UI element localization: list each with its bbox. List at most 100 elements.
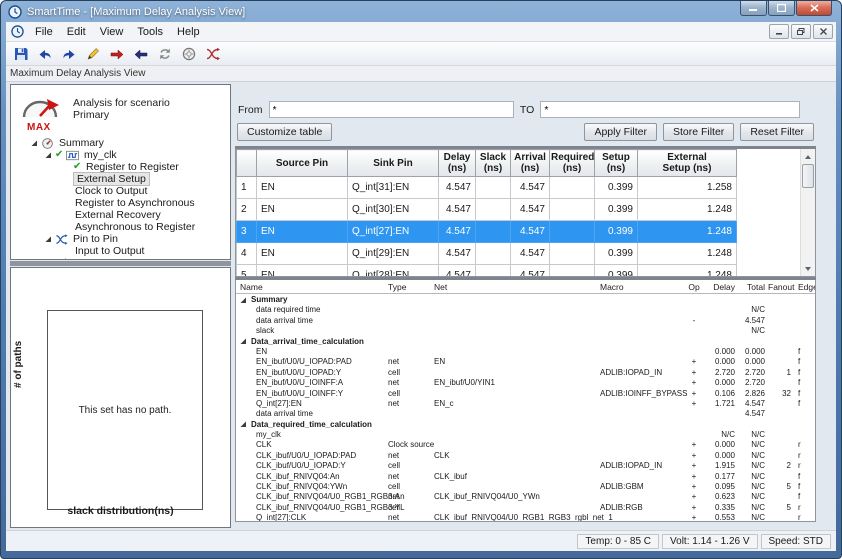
undo-icon[interactable] — [34, 44, 56, 64]
tree-item-external-setup[interactable]: External Setup — [15, 173, 226, 185]
detail-cell-edge: f — [794, 399, 814, 409]
tree-item-asynchronous-to-register[interactable]: Asynchronous to Register — [15, 221, 226, 233]
paths-col-header[interactable]: Slack (ns) — [476, 150, 511, 177]
child-restore-button[interactable] — [791, 24, 811, 39]
detail-row[interactable]: data arrival time-4.547 — [236, 316, 815, 326]
detail-cell-net — [434, 430, 600, 440]
menu-item-file[interactable]: File — [28, 25, 60, 39]
detail-row[interactable]: data arrival time4.547 — [236, 409, 815, 419]
detail-row[interactable]: EN_ibuf/U0/U_IOPAD:YcellADLIB:IOPAD_IN+2… — [236, 368, 815, 378]
detail-row[interactable]: my_clkN/CN/C — [236, 430, 815, 440]
detail-row[interactable]: CLK_ibuf_RNIVQ04:YWncellADLIB:GBM+0.095N… — [236, 482, 815, 492]
timer-icon[interactable] — [178, 44, 200, 64]
path-row[interactable]: 4ENQ_int[29]:EN4.5474.5470.3991.248 — [237, 243, 737, 265]
path-set-icon[interactable] — [202, 44, 224, 64]
paths-col-header[interactable]: Arrival (ns) — [511, 150, 550, 177]
detail-section-summary[interactable]: Summary — [236, 295, 815, 305]
detail-row[interactable]: Q_int[27]:CLKnetCLK_ibuf_RNIVQ04/U0_RGB1… — [236, 513, 815, 522]
tree-item-input-to-output[interactable]: Input to Output — [15, 245, 226, 257]
path-row[interactable]: 2ENQ_int[30]:EN4.5474.5470.3991.248 — [237, 199, 737, 221]
paths-col-header[interactable] — [237, 150, 257, 177]
detail-row[interactable]: EN_ibuf/U0/U_IOPAD:PADnetEN+0.0000.000f — [236, 357, 815, 367]
path-cell: 4.547 — [439, 265, 476, 278]
paths-col-header[interactable]: Source Pin — [257, 150, 348, 177]
expander-icon[interactable] — [45, 236, 55, 243]
detail-row[interactable]: slackN/C — [236, 326, 815, 336]
recalculate-icon[interactable] — [154, 44, 176, 64]
expander-icon[interactable] — [31, 140, 41, 147]
path-cell: EN — [257, 265, 348, 278]
detail-row[interactable]: CLK_ibuf_RNIVQ04/U0_RGB1_RGB3:YLcellADLI… — [236, 503, 815, 513]
max-delay-analysis-icon[interactable] — [106, 44, 128, 64]
collapse-icon[interactable] — [240, 338, 247, 345]
path-row[interactable]: 3ENQ_int[27]:EN4.5474.5470.3991.248 — [237, 221, 737, 243]
paths-col-header[interactable]: Required (ns) — [550, 150, 595, 177]
detail-cell-delay: 1.721 — [702, 399, 738, 409]
detail-cell-macro: ADLIB:IOINFF_BYPASS — [600, 389, 686, 399]
customize-table-button[interactable]: Customize table — [237, 123, 332, 141]
paths-col-header[interactable]: Setup (ns) — [595, 150, 638, 177]
detail-section-data-arrival-time-calculation[interactable]: Data_arrival_time_calculation — [236, 337, 815, 347]
path-row[interactable]: 1ENQ_int[31]:EN4.5474.5470.3991.258 — [237, 177, 737, 199]
tree-item-my-clk[interactable]: ✔my_clk — [15, 149, 226, 161]
path-cell: 0.399 — [595, 199, 638, 221]
constraints-editor-icon[interactable] — [82, 44, 104, 64]
path-cell: EN — [257, 221, 348, 243]
menu-item-help[interactable]: Help — [170, 25, 207, 39]
collapse-icon[interactable] — [240, 297, 247, 304]
tree-item-pin-to-pin[interactable]: Pin to Pin — [15, 233, 226, 245]
path-row[interactable]: 5ENQ_int[28]:EN4.5474.5470.3991.248 — [237, 265, 737, 278]
child-minimize-button[interactable] — [769, 24, 789, 39]
detail-section-data-required-time-calculation[interactable]: Data_required_time_calculation — [236, 420, 815, 430]
app-clock-icon — [8, 5, 22, 19]
tree-item-register-to-asynchronous[interactable]: Register to Asynchronous — [15, 197, 226, 209]
reset-filter-button[interactable]: Reset Filter — [740, 123, 814, 141]
detail-row[interactable]: CLKClock source+0.000N/Cr — [236, 440, 815, 450]
paths-col-header[interactable]: Sink Pin — [348, 150, 439, 177]
path-cell — [476, 177, 511, 199]
redo-icon[interactable] — [58, 44, 80, 64]
min-delay-analysis-icon[interactable] — [130, 44, 152, 64]
paths-col-header[interactable]: Delay (ns) — [439, 150, 476, 177]
detail-cell-macro — [600, 378, 686, 388]
detail-row[interactable]: CLK_ibuf/U0/U_IOPAD:PADnetCLK+0.000N/Cr — [236, 451, 815, 461]
detail-row[interactable]: data required timeN/C — [236, 305, 815, 315]
paths-col-header[interactable]: External Setup (ns) — [638, 150, 737, 177]
detail-row[interactable]: Q_int[27]:ENnetEN_c+1.7214.547f — [236, 399, 815, 409]
save-icon[interactable] — [10, 44, 32, 64]
menu-item-edit[interactable]: Edit — [60, 25, 93, 39]
view-tab-label[interactable]: Maximum Delay Analysis View — [6, 66, 836, 82]
tree-item-user-sets[interactable]: User Sets — [15, 257, 226, 260]
paths-scrollbar[interactable] — [800, 149, 815, 276]
minimize-button[interactable] — [740, 1, 767, 16]
detail-row[interactable]: CLK_ibuf_RNIVQ04/U0_RGB1_RGB3:AnnetCLK_i… — [236, 492, 815, 502]
detail-cell-type — [388, 326, 434, 336]
store-filter-button[interactable]: Store Filter — [663, 123, 734, 141]
left-splitter[interactable] — [10, 261, 231, 266]
child-close-button[interactable] — [813, 24, 833, 39]
from-input[interactable] — [269, 101, 514, 118]
scrollbar-thumb[interactable] — [802, 164, 814, 188]
apply-filter-button[interactable]: Apply Filter — [584, 123, 657, 141]
detail-row[interactable]: EN0.0000.000f — [236, 347, 815, 357]
detail-cell-delay: 0.106 — [702, 389, 738, 399]
collapse-icon[interactable] — [240, 421, 247, 428]
tree-item-external-recovery[interactable]: External Recovery — [15, 209, 226, 221]
detail-row[interactable]: CLK_ibuf/U0/U_IOPAD:YcellADLIB:IOPAD_IN+… — [236, 461, 815, 471]
expander-icon[interactable] — [45, 152, 55, 159]
scroll-down-icon[interactable] — [802, 262, 814, 275]
title-bar[interactable]: SmartTime - [Maximum Delay Analysis View… — [1, 1, 841, 22]
detail-row[interactable]: EN_ibuf/U0/U_IOINFF:AnetEN_ibuf/U0/YIN1+… — [236, 378, 815, 388]
maximize-button[interactable] — [768, 1, 795, 16]
tree-item-clock-to-output[interactable]: Clock to Output — [15, 185, 226, 197]
scroll-up-icon[interactable] — [802, 150, 814, 163]
detail-cell-name: CLK_ibuf/U0/U_IOPAD:PAD — [240, 451, 388, 461]
detail-row[interactable]: EN_ibuf/U0/U_IOINFF:YcellADLIB:IOINFF_BY… — [236, 389, 815, 399]
tree-item-summary[interactable]: Summary — [15, 137, 226, 149]
detail-row[interactable]: CLK_ibuf_RNIVQ04:AnnetCLK_ibuf+0.177N/Cf — [236, 472, 815, 482]
menu-item-tools[interactable]: Tools — [130, 25, 170, 39]
close-button[interactable] — [796, 1, 832, 16]
to-input[interactable] — [540, 101, 800, 118]
menu-item-view[interactable]: View — [93, 25, 131, 39]
tree-item-label: Register to Asynchronous — [73, 197, 197, 209]
